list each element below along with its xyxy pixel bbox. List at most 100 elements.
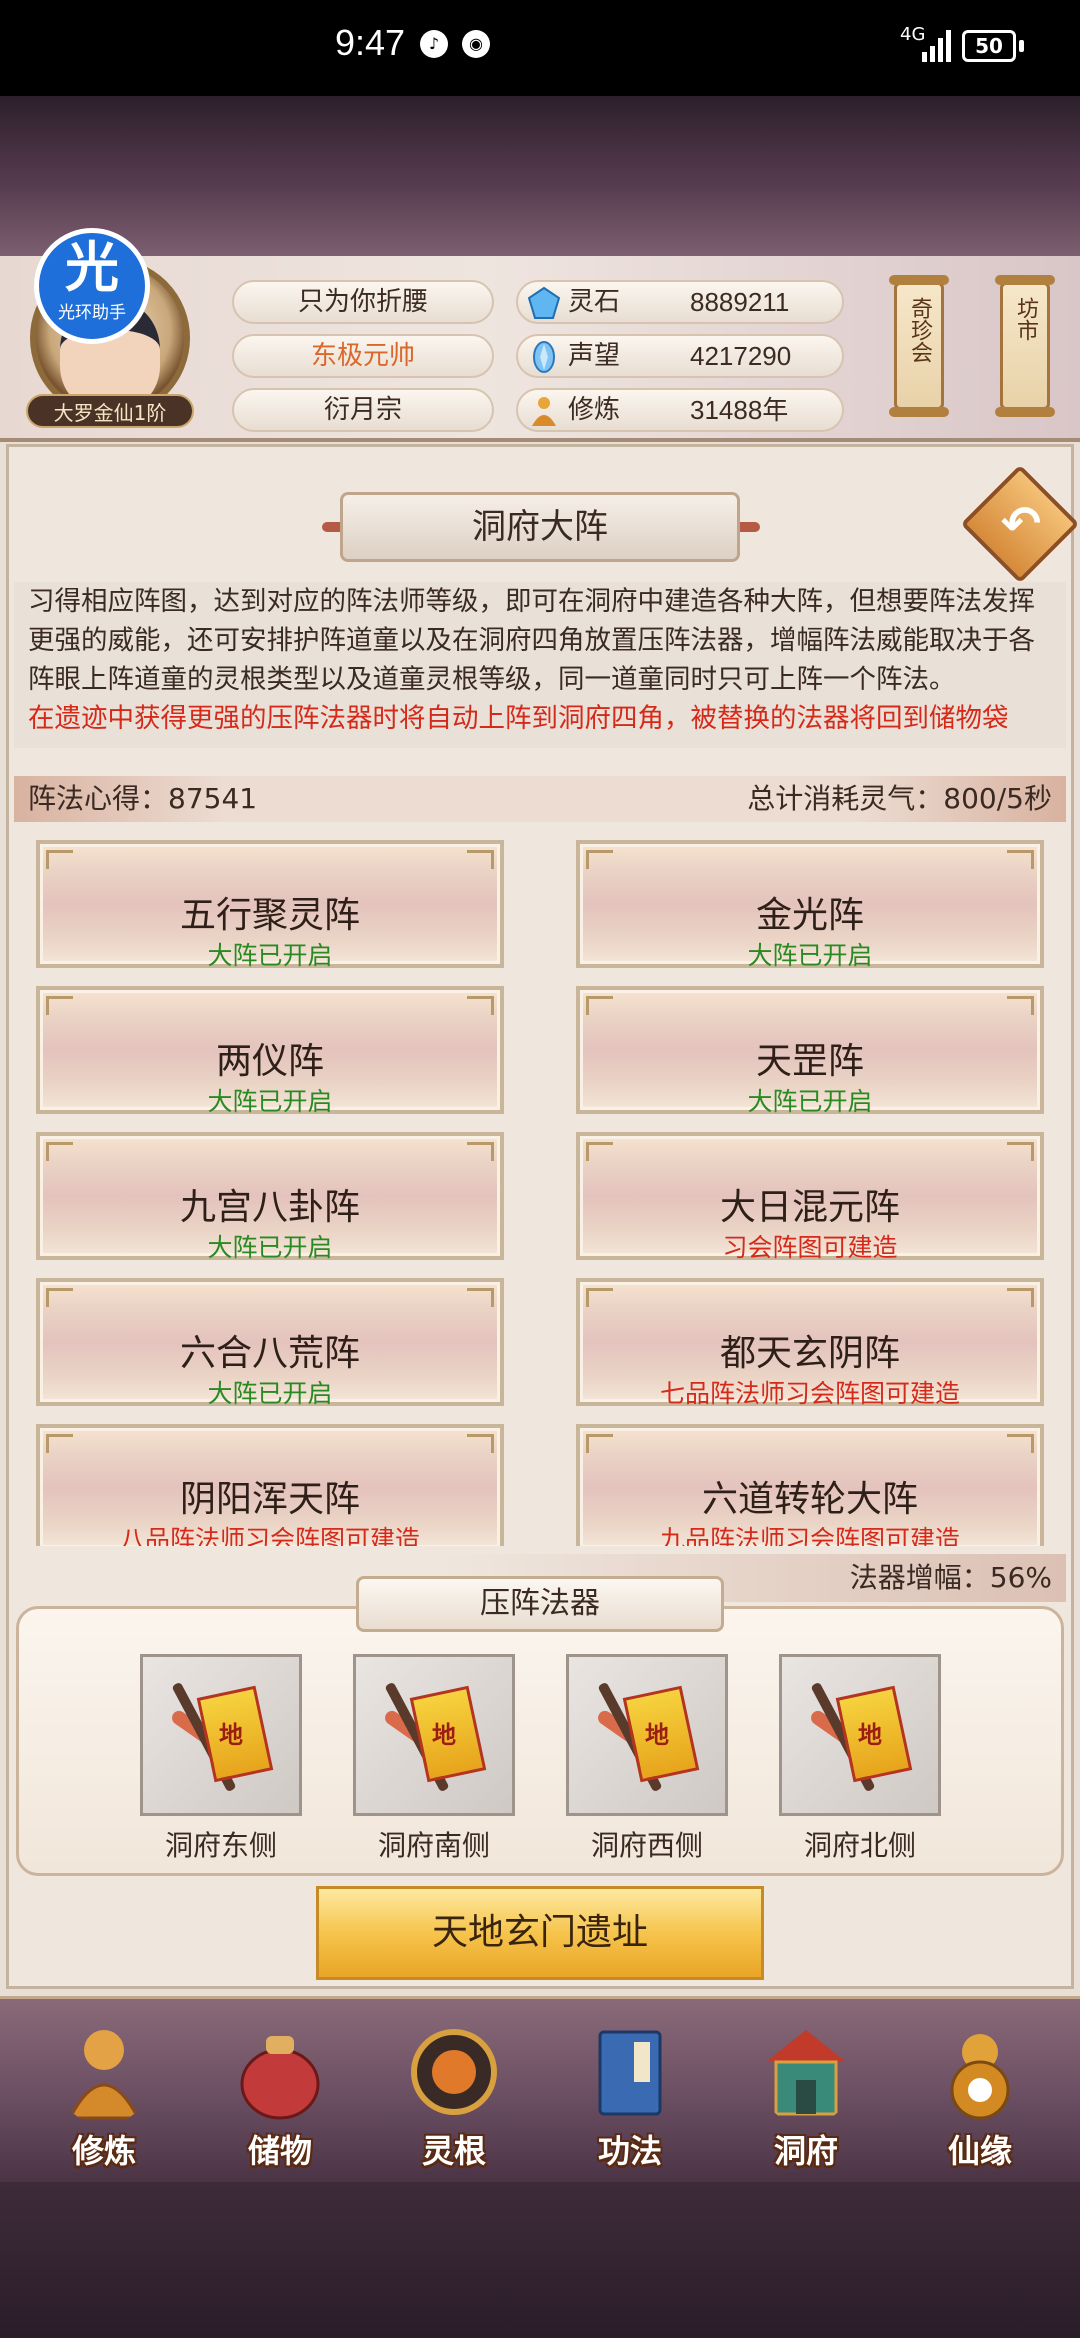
- battery-cap: [1019, 40, 1024, 52]
- array-status: 大阵已开启: [207, 1379, 333, 1408]
- chat-notification-icon: ◉: [462, 30, 490, 58]
- array-card[interactable]: 天罡阵 大阵已开启: [576, 986, 1044, 1116]
- treasure-fair-label: 奇珍会: [907, 297, 932, 363]
- resource-reputation: 声望 4217290: [516, 334, 844, 378]
- artifact-bonus: 法器增幅：56%: [849, 1561, 1052, 1594]
- artifact-slot-north[interactable]: 地: [779, 1654, 941, 1816]
- flag-char: 地: [645, 1721, 669, 1749]
- array-card[interactable]: 大日混元阵 习会阵图可建造: [576, 1132, 1044, 1262]
- rank-tag: 大罗金仙1阶: [26, 394, 194, 428]
- player-name: 只为你折腰: [232, 280, 494, 324]
- resource-spirit-stone: 灵石 8889211: [516, 280, 844, 324]
- nav-item-storage[interactable]: 储物: [210, 2016, 350, 2176]
- page-title: 洞府大阵: [340, 492, 740, 562]
- artifact-panel-title: 压阵法器: [356, 1576, 724, 1632]
- top-scenery: [0, 96, 1080, 256]
- spirit-root-icon: [411, 2029, 497, 2115]
- cultivate-monk-icon: [67, 2030, 141, 2120]
- nav-label: 灵根: [421, 2132, 486, 2170]
- array-name: 两仪阵: [215, 1041, 324, 1082]
- array-status: 九品阵法师习会阵图可建造: [659, 1525, 960, 1546]
- array-card[interactable]: 都天玄阴阵 七品阵法师习会阵图可建造: [576, 1278, 1044, 1408]
- technique-book-icon: [598, 2030, 662, 2116]
- flag-char: 地: [432, 1721, 456, 1749]
- status-bar: 9:47 ♪ ◉ 4G 50: [0, 0, 1080, 96]
- array-card[interactable]: 五行聚灵阵 大阵已开启: [36, 840, 504, 970]
- battery-icon: 50: [962, 30, 1016, 62]
- nav-label: 仙缘: [947, 2132, 1012, 2170]
- array-name: 五行聚灵阵: [179, 895, 360, 936]
- array-card[interactable]: 两仪阵 大阵已开启: [36, 986, 504, 1116]
- array-status: 习会阵图可建造: [722, 1233, 898, 1262]
- array-status: 大阵已开启: [747, 941, 873, 970]
- bottom-floor: [0, 2182, 1080, 2338]
- array-card[interactable]: 六道转轮大阵 九品阵法师习会阵图可建造: [576, 1424, 1044, 1546]
- nav-item-cave[interactable]: 洞府: [736, 2016, 876, 2176]
- array-name: 大日混元阵: [719, 1187, 900, 1228]
- cave-mansion-icon: [766, 2030, 846, 2116]
- market-label: 坊市: [1013, 297, 1038, 341]
- nav-label: 储物: [247, 2132, 312, 2170]
- array-status: 大阵已开启: [207, 1087, 333, 1116]
- halo-assistant-badge[interactable]: 光 光环助手: [34, 228, 150, 344]
- nav-label: 修炼: [71, 2132, 136, 2170]
- array-name: 六合八荒阵: [179, 1333, 360, 1374]
- nav-label: 功法: [597, 2132, 662, 2170]
- description-text: 习得相应阵图，达到对应的阵法师等级，即可在洞府中建造各种大阵，但想要阵法发挥更强…: [28, 586, 1035, 695]
- back-arrow-icon[interactable]: ↶: [996, 494, 1046, 554]
- spirit-stone-icon: [527, 286, 561, 319]
- artifact-slot-east[interactable]: 地: [140, 1654, 302, 1816]
- array-insight: 阵法心得：87541: [28, 782, 258, 815]
- artifact-slot-label: 洞府南侧: [377, 1829, 490, 1862]
- resource-label: 灵石: [568, 287, 621, 317]
- array-card[interactable]: 九宫八卦阵 大阵已开启: [36, 1132, 504, 1262]
- array-status: 七品阵法师习会阵图可建造: [659, 1379, 960, 1408]
- spirit-consumption: 总计消耗灵气：800/5秒: [747, 782, 1052, 815]
- array-card[interactable]: 阴阳浑天阵 八品阵法师习会阵图可建造: [36, 1424, 504, 1546]
- array-name: 阴阳浑天阵: [179, 1479, 360, 1520]
- artifact-slot-south[interactable]: 地: [353, 1654, 515, 1816]
- array-card[interactable]: 六合八荒阵 大阵已开启: [36, 1278, 504, 1408]
- status-time: 9:47: [335, 22, 406, 63]
- signal-icon: [922, 30, 952, 62]
- badge-label: 光环助手: [58, 303, 126, 323]
- artifact-slot-label: 洞府北侧: [803, 1829, 916, 1862]
- resource-value: 8889211: [690, 287, 790, 317]
- array-status: 八品阵法师习会阵图可建造: [119, 1525, 420, 1546]
- flag-char: 地: [219, 1721, 243, 1749]
- storage-bag-icon: [240, 2036, 320, 2120]
- array-name: 天罡阵: [755, 1041, 864, 1082]
- array-name: 都天玄阴阵: [719, 1333, 900, 1374]
- nav-item-fate[interactable]: 仙缘: [910, 2016, 1050, 2176]
- nav-item-spirit-root[interactable]: 灵根: [384, 2016, 524, 2176]
- array-status: 大阵已开启: [207, 941, 333, 970]
- treasure-fair-button[interactable]: 奇珍会: [889, 275, 949, 417]
- player-sect: 衍月宗: [232, 388, 494, 432]
- array-status: 大阵已开启: [747, 1087, 873, 1116]
- resource-cultivation: 修炼 31488年: [516, 388, 844, 432]
- flag-char: 地: [858, 1721, 882, 1749]
- badge-char: 光: [65, 236, 119, 299]
- artifact-slot-west[interactable]: 地: [566, 1654, 728, 1816]
- description: 习得相应阵图，达到对应的阵法师等级，即可在洞府中建造各种大阵，但想要阵法发挥更强…: [14, 582, 1066, 748]
- artifact-slot-label: 洞府西侧: [590, 1829, 703, 1862]
- array-stats-row: 阵法心得：87541 总计消耗灵气：800/5秒: [14, 776, 1066, 822]
- cultivation-icon: [532, 397, 556, 426]
- resource-value: 31488年: [690, 395, 789, 425]
- reputation-icon: [533, 341, 555, 373]
- array-card[interactable]: 金光阵 大阵已开启: [576, 840, 1044, 970]
- nav-item-cultivate[interactable]: 修炼: [34, 2016, 174, 2176]
- gourd-icon: [950, 2034, 1010, 2120]
- array-name: 金光阵: [755, 895, 864, 936]
- resource-label: 修炼: [568, 395, 621, 425]
- resource-label: 声望: [568, 341, 621, 371]
- voice-notification-icon: ♪: [420, 30, 448, 58]
- array-list[interactable]: 五行聚灵阵 大阵已开启 金光阵 大阵已开启 两仪阵 大阵已开启 天罡阵 大阵已开…: [36, 840, 1046, 1546]
- ruins-button[interactable]: 天地玄门遗址: [316, 1886, 764, 1980]
- warning-text: 在遗迹中获得更强的压阵法器时将自动上阵到洞府四角，被替换的法器将回到储物袋: [28, 703, 1009, 734]
- array-status: 大阵已开启: [207, 1233, 333, 1262]
- market-button[interactable]: 坊市: [995, 275, 1055, 417]
- player-title: 东极元帅: [232, 334, 494, 378]
- nav-label: 洞府: [773, 2132, 838, 2170]
- nav-item-technique[interactable]: 功法: [560, 2016, 700, 2176]
